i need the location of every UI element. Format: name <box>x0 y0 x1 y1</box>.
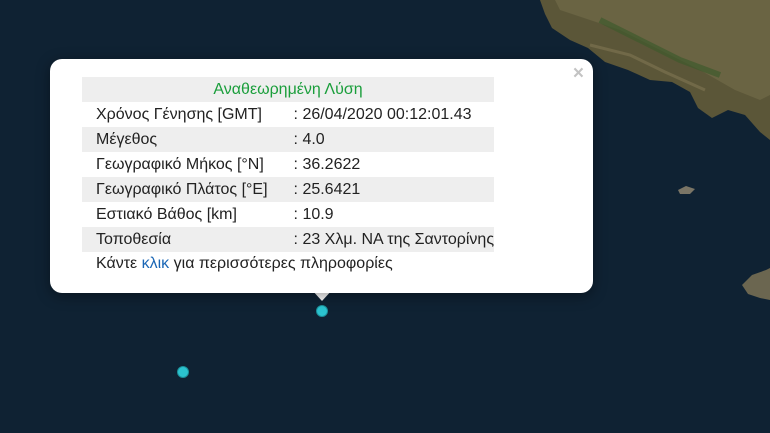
footer-suffix: για περισσότερες πληροφορίες <box>169 255 393 272</box>
close-icon[interactable]: × <box>573 63 584 85</box>
detail-label: Εστιακό Βάθος [km] <box>96 205 237 223</box>
detail-value: 36.2622 <box>268 152 494 177</box>
detail-row-magnitude: Μέγεθος 4.0 <box>82 127 495 152</box>
more-info-link[interactable]: κλικ <box>142 255 170 272</box>
popup-title: Αναθεωρημένη Λύση <box>82 77 495 102</box>
detail-value: 4.0 <box>267 127 495 152</box>
footer-prefix: Κάντε <box>96 255 142 272</box>
detail-label: Γεωγραφικό Μήκος [°N] <box>96 155 264 173</box>
detail-value: 26/04/2020 00:12:01.43 <box>268 102 494 127</box>
earthquake-marker[interactable] <box>177 366 189 378</box>
detail-row-location: Τοποθεσία 23 Χλμ. ΝΑ της Σαντορίνης <box>82 227 495 252</box>
detail-value: 25.6421 <box>267 177 495 202</box>
detail-row-longitude: Γεωγραφικό Πλάτος [°E] 25.6421 <box>82 177 495 202</box>
detail-row-depth: Εστιακό Βάθος [km] 10.9 <box>82 202 494 227</box>
earthquake-marker-selected[interactable] <box>316 305 328 317</box>
detail-value: 10.9 <box>268 202 494 227</box>
popup-footer: Κάντε κλικ για περισσότερες πληροφορίες <box>96 255 393 273</box>
detail-row-origin-time: Χρόνος Γένησης [GMT] 26/04/2020 00:12:01… <box>82 102 494 127</box>
detail-value: 23 Χλμ. ΝΑ της Σαντορίνης <box>267 227 495 252</box>
detail-label: Τοποθεσία <box>82 227 268 252</box>
detail-row-latitude: Γεωγραφικό Μήκος [°N] 36.2622 <box>82 152 494 177</box>
detail-label: Γεωγραφικό Πλάτος [°E] <box>82 177 268 202</box>
detail-label: Μέγεθος <box>82 127 268 152</box>
earthquake-popup: × Αναθεωρημένη Λύση Χρόνος Γένησης [GMT]… <box>50 59 593 293</box>
popup-title-row: Αναθεωρημένη Λύση <box>82 77 495 102</box>
earthquake-details-table: Αναθεωρημένη Λύση Χρόνος Γένησης [GMT] 2… <box>82 77 495 252</box>
detail-label: Χρόνος Γένησης [GMT] <box>96 105 262 123</box>
